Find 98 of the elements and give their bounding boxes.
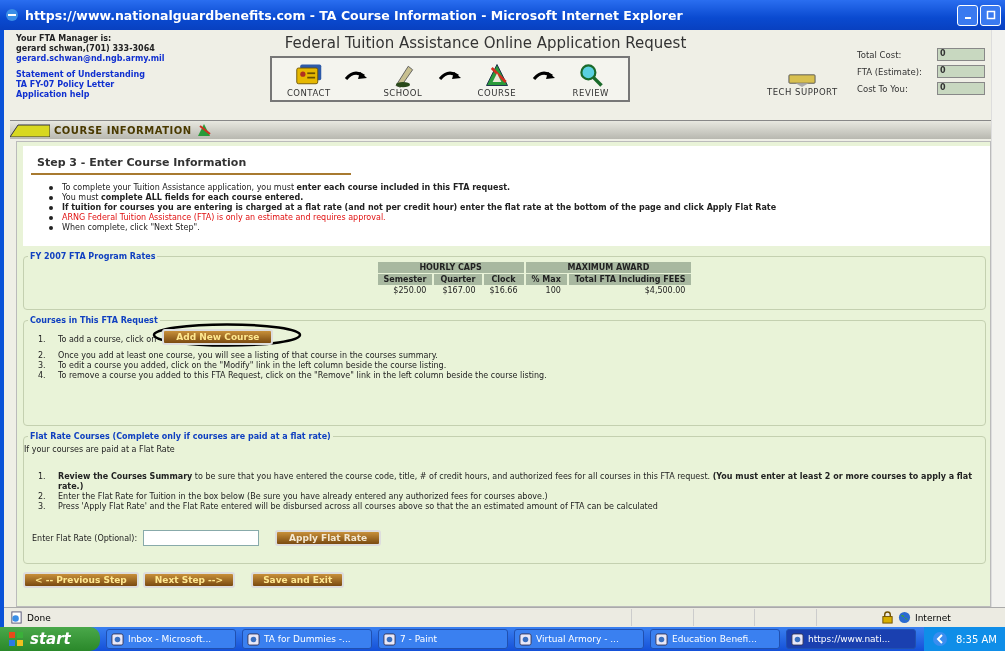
total-label: FTA (Estimate): [857, 66, 922, 77]
taskbar-item[interactable]: Virtual Armory - ... [514, 629, 644, 649]
instruction-text: Press 'Apply Flat Rate' and the Flat Rate entered will be disbursed across all courses above so that the an estimated amount of FTA can be calculated [58, 502, 658, 512]
total-label: Total Cost: [857, 49, 902, 60]
total-label: Cost To You: [857, 83, 908, 94]
minimize-icon [964, 17, 971, 19]
instruction-text: You must complete ALL fields for each course entered. [62, 193, 304, 203]
manager-name: gerard schwan,(701) 333-3064 [16, 44, 156, 54]
apply-flat-rate-button[interactable]: Apply Flat Rate [275, 530, 382, 546]
bullet-icon [49, 196, 53, 200]
flat-rate-field[interactable] [143, 530, 260, 546]
section-legend: FY 2007 FTA Program Rates [28, 252, 158, 261]
add-course-button[interactable]: Add New Course [162, 329, 274, 345]
bullet-icon [49, 226, 53, 230]
help-link[interactable]: Statement of Understanding [16, 70, 270, 80]
list-number: 3. [38, 361, 46, 371]
help-link[interactable]: TA FY-07 Policy Letter [16, 80, 270, 90]
taskbar-item[interactable]: Inbox - Microsoft... [106, 629, 236, 649]
section-legend: Courses in This FTA Request [28, 316, 160, 325]
table-cell-text: $250.00 [392, 286, 428, 295]
total-field: 0 [937, 65, 985, 78]
app-icon [247, 632, 260, 646]
total-field: 0 [937, 82, 985, 95]
list-number: 2. [38, 351, 46, 361]
app-icon [519, 632, 532, 646]
bullet-icon [49, 186, 53, 190]
table-cell-text: $4,500.00 [643, 286, 687, 295]
section-title: COURSE INFORMATION [54, 124, 192, 136]
column-header: Quarter [434, 274, 482, 285]
app-icon [111, 632, 124, 646]
zone-text: Internet [915, 612, 952, 623]
column-header: Semester [377, 274, 433, 285]
column-header: Total FTA Including FEES [568, 274, 692, 285]
instruction-text: Review the Courses Summary to be sure that you have entered the course code, title, # of credit hours, and authorized fees for all courses in this FTA request. (You must enter at least 2 or more courses to apply a flat rate.) [58, 472, 973, 492]
step-heading: Step 3 - Enter Course Information [37, 156, 248, 169]
navigation-button[interactable]: Next Step --> [142, 572, 236, 588]
total-field: 0 [937, 48, 985, 61]
instruction-text: To edit a course you added, click on the "Modify" link in the left column beside the course listing. [58, 361, 447, 371]
clock: 8:35 AM [955, 633, 997, 645]
list-number: 2. [38, 492, 46, 502]
step-label[interactable]: REVIEW [572, 88, 609, 98]
expand-tray-icon[interactable] [931, 631, 948, 647]
table-cell-text: 100 [544, 286, 562, 295]
help-link[interactable]: Application help [16, 90, 270, 100]
tech-support-link[interactable]: TECH SUPPORT [766, 87, 838, 97]
list-number: 1. [38, 472, 46, 483]
minimize-button[interactable] [957, 4, 978, 26]
globe-icon [898, 611, 911, 624]
app-icon [791, 632, 804, 646]
window-title: https://www.nationalguardbenefits.com - TA Course Information - Microsoft Internet Explorer [25, 7, 684, 23]
bullet-icon [49, 206, 53, 210]
taskbar-item[interactable]: Education Benefi... [650, 629, 780, 649]
status-text: Done [27, 612, 52, 623]
manager-heading: Your FTA Manager is: [16, 34, 113, 44]
taskbar-item[interactable]: 7 - Paint [378, 629, 508, 649]
app-icon [655, 632, 668, 646]
taskbar-item[interactable]: TA for Dummies -... [242, 629, 372, 649]
navigation-button[interactable]: Save and Exit [251, 572, 345, 588]
taskbar-item[interactable]: https://www.nati... [786, 629, 916, 649]
instruction-text: ARNG Federal Tuition Assistance (FTA) is only an estimate and requires approval. [62, 213, 386, 223]
start-button[interactable]: start [0, 627, 100, 651]
instruction-text: To add a course, click on [58, 335, 157, 345]
instruction-text: Once you add at least one course, you will see a listing of that course in the courses summary. [58, 351, 438, 361]
field-label: Enter Flat Rate (Optional): [32, 533, 138, 543]
windows-logo [8, 631, 24, 647]
instruction-text: Enter the Flat Rate for Tuition in the box below (Be sure you have already entered any authorized fees for courses above.) [58, 492, 548, 502]
browser-icon [4, 7, 20, 23]
table-group-header: MAXIMUM AWARD [525, 262, 692, 273]
maximize-button[interactable] [980, 4, 1001, 26]
navigation-button[interactable]: < -- Previous Step [23, 572, 139, 588]
table-group-header: HOURLY CAPS [377, 262, 524, 273]
folder-tab-icon [10, 123, 50, 137]
bullet-icon [49, 216, 53, 220]
step-label[interactable]: SCHOOL [383, 88, 423, 98]
ruler-triangle-icon [195, 123, 212, 137]
app-icon [383, 632, 396, 646]
scrollbar[interactable] [991, 30, 1005, 607]
step-label[interactable]: COURSE [477, 88, 517, 98]
list-number: 3. [38, 502, 46, 512]
keyboard-icon[interactable] [788, 72, 817, 87]
instruction-text: If tuition for courses you are entering is charged at a flat rate (and not per credit hour) enter the flat rate at the bottom of the page and click Apply Flat Rate [62, 203, 777, 213]
intro-text: If your courses are paid at a Flat Rate [24, 445, 176, 454]
step-label[interactable]: CONTACT [286, 88, 331, 98]
list-number: 1. [38, 335, 46, 345]
page-icon [10, 611, 23, 624]
instruction-text: To remove a course you added to this FTA Request, click on the "Remove" link in the left column beside the course listing. [58, 371, 547, 381]
lock-icon [881, 611, 894, 624]
page-title: Federal Tuition Assistance Online Application Request [284, 34, 687, 52]
instruction-text: When complete, click "Next Step". [62, 223, 200, 233]
manager-email[interactable]: gerard.schwan@nd.ngb.army.mil [16, 54, 270, 64]
table-cell-text: $167.00 [441, 286, 477, 295]
maximize-icon [985, 10, 996, 20]
instruction-text: To complete your Tuition Assistance application, you must enter each course included in this FTA request. [62, 183, 510, 193]
column-header: % Max [525, 274, 567, 285]
section-legend: Flat Rate Courses (Complete only if courses are paid at a flat rate) [28, 432, 333, 441]
table-cell-text: $16.66 [488, 286, 519, 295]
column-header: Clock [483, 274, 524, 285]
list-number: 4. [38, 371, 46, 381]
